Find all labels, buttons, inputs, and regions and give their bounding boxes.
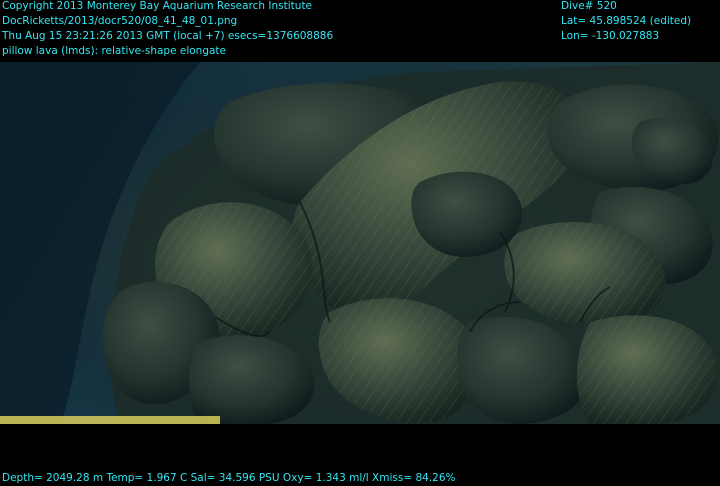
seafloor-photo: [0, 62, 720, 424]
longitude-text: Lon= -130.027883: [561, 30, 660, 42]
sensor-readout-text: Depth= 2049.28 m Temp= 1.967 C Sal= 34.5…: [2, 472, 456, 484]
dive-number-text: Dive# 520: [561, 0, 617, 12]
latitude-text: Lat= 45.898524 (edited): [561, 15, 692, 27]
annotation-text: pillow lava (lmds): relative-shape elong…: [2, 45, 227, 57]
file-path-text: DocRicketts/2013/docr520/08_41_48_01.png: [2, 15, 238, 27]
copyright-text: Copyright 2013 Monterey Bay Aquarium Res…: [2, 0, 313, 12]
timestamp-text: Thu Aug 15 23:21:26 2013 GMT (local +7) …: [2, 30, 334, 42]
laser-scale-bar: [0, 416, 220, 424]
